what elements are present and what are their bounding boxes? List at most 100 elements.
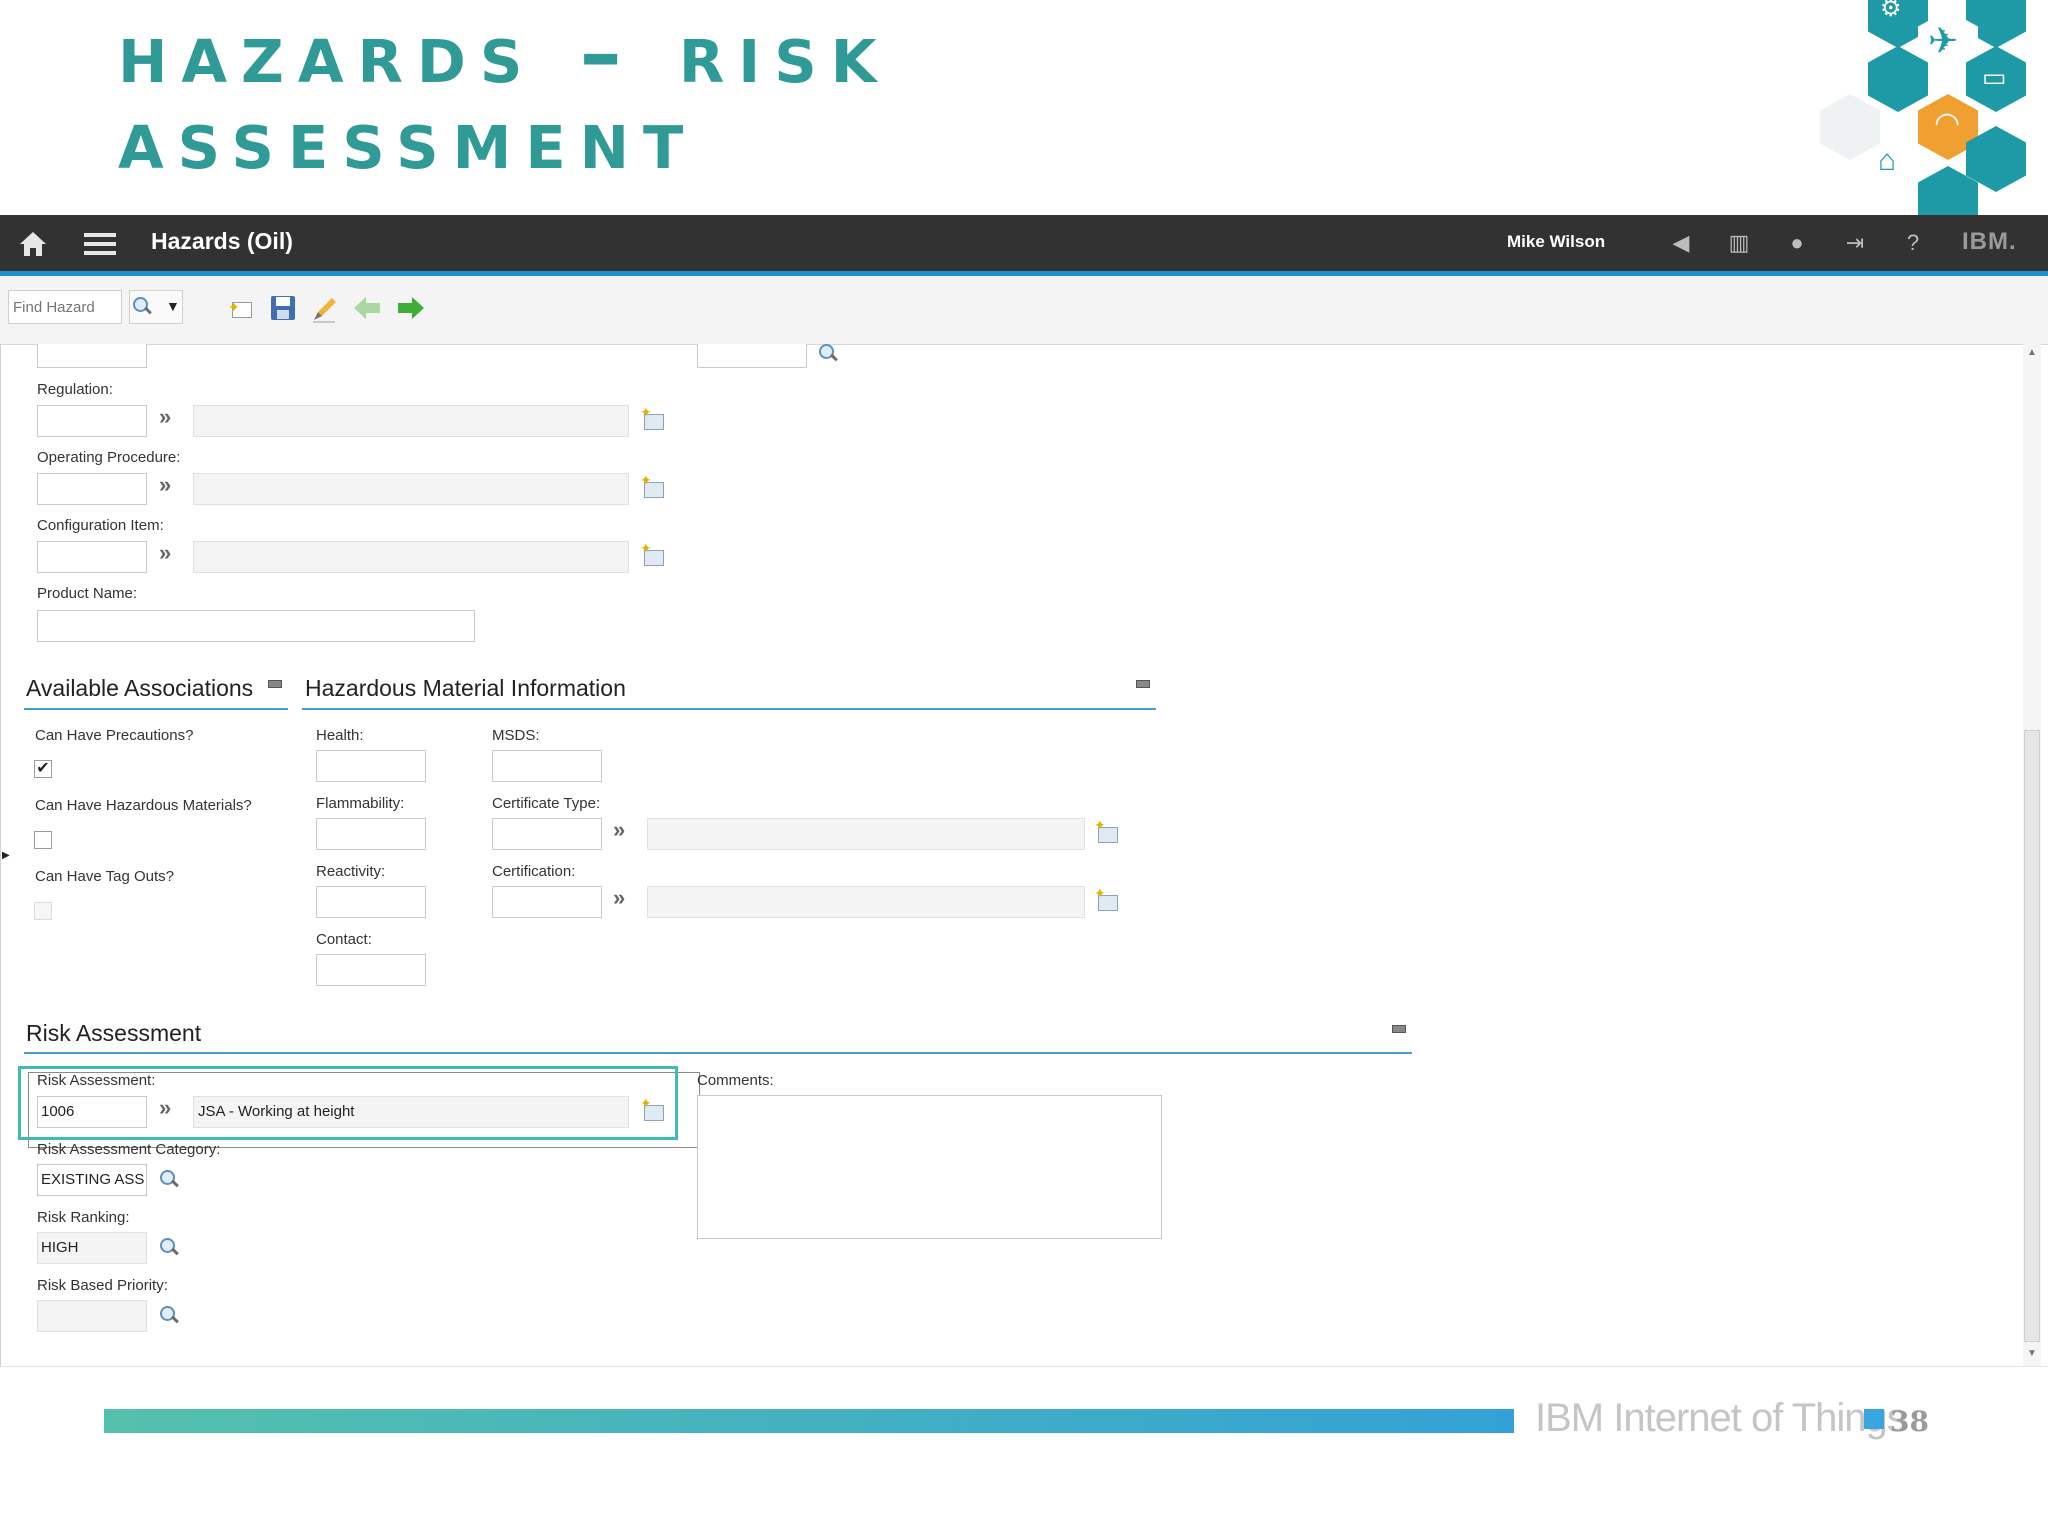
slide-title-line2: Assessment [118,90,698,188]
regulation-label: Regulation: [37,381,113,398]
search-icon[interactable] [818,343,840,365]
risk-priority-field[interactable] [37,1300,147,1332]
slide-title-line1: Hazards – Risk [118,4,891,102]
search-icon[interactable] [132,296,154,318]
hazmat-label: Can Have Hazardous Materials? [35,797,252,814]
contact-label: Contact: [316,931,372,948]
menu-icon[interactable] [84,231,116,257]
toolbar [0,276,2048,345]
house-icon: ⌂ [1878,144,1897,177]
content-bottom-edge [0,1366,2048,1367]
collapse-icon[interactable] [268,680,282,688]
chevron-down-icon[interactable]: ▼ [166,298,180,314]
detail-menu-icon[interactable]: ✦ [1094,817,1118,843]
scrollbar-thumb[interactable] [2024,730,2040,1342]
bulletin-icon[interactable]: ◀ [1666,228,1696,258]
search-icon[interactable] [159,1169,181,1191]
search-icon[interactable] [159,1237,181,1259]
risk-ranking-label: Risk Ranking: [37,1209,130,1226]
section-divider [302,708,1156,710]
double-chevron-icon[interactable]: » [159,472,171,498]
product-name-field[interactable] [37,610,475,642]
detail-menu-icon[interactable]: ✦ [640,1095,664,1121]
certificate-type-field[interactable] [492,818,602,850]
risk-assessment-label: Risk Assessment: [37,1072,156,1089]
double-chevron-icon[interactable]: » [613,885,625,911]
collapse-icon[interactable] [1392,1025,1406,1033]
gear-icon: ⚙ [1880,0,1902,22]
hazmat-info-title: Hazardous Material Information [305,675,626,701]
save-icon[interactable] [268,294,298,324]
risk-assessment-title: Risk Assessment [26,1020,202,1046]
edit-icon[interactable] [310,294,340,324]
flammability-field[interactable] [316,818,426,850]
hazmat-checkbox[interactable] [34,831,52,849]
detail-menu-icon[interactable]: ✦ [640,540,664,566]
msds-field[interactable] [492,750,602,782]
precautions-checkbox[interactable]: ✔ [34,760,52,778]
product-name-label: Product Name: [37,585,138,602]
scroll-down-arrow-icon[interactable]: ▼ [2027,1348,2037,1359]
risk-ranking-field[interactable]: HIGH [37,1232,147,1264]
profile-icon[interactable]: ● [1782,228,1812,258]
signout-icon[interactable]: ⇥ [1840,228,1870,258]
certificate-type-description [647,818,1085,850]
regulation-field[interactable] [37,405,147,437]
user-name[interactable]: Mike Wilson [1507,232,1605,252]
new-record-icon[interactable]: ✦ [226,294,256,324]
risk-priority-label: Risk Based Priority: [37,1277,168,1294]
detail-menu-icon[interactable]: ✦ [640,472,664,498]
regulation-description [193,405,629,437]
double-chevron-icon[interactable]: » [159,404,171,430]
left-edge-line [0,344,1,1366]
operating-procedure-label: Operating Procedure: [37,449,181,466]
comments-textarea[interactable] [697,1095,1162,1239]
detail-menu-icon[interactable]: ✦ [640,404,664,430]
find-hazard-input[interactable] [8,290,122,324]
scroll-up-arrow-icon[interactable]: ▲ [2027,347,2037,358]
certification-field[interactable] [492,886,602,918]
double-chevron-icon[interactable]: » [159,540,171,566]
msds-label: MSDS: [492,727,540,744]
operating-procedure-field[interactable] [37,473,147,505]
tagouts-label: Can Have Tag Outs? [35,868,174,885]
tagouts-checkbox [34,902,52,920]
home-icon[interactable] [18,230,48,258]
certificate-type-label: Certificate Type: [492,795,601,812]
previous-arrow-icon[interactable] [352,294,382,324]
flammability-label: Flammability: [316,795,405,812]
certification-description [647,886,1085,918]
section-divider [24,1052,1412,1054]
detail-menu-icon[interactable]: ✦ [1094,885,1118,911]
wifi-icon: ◠ [1934,107,1961,140]
health-label: Health: [316,727,364,744]
reactivity-field[interactable] [316,886,426,918]
plane-icon: ✈ [1928,20,1959,61]
left-edge-marker: ▶ [2,850,10,861]
search-icon[interactable] [159,1305,181,1327]
reports-icon[interactable]: ▥ [1724,228,1754,258]
health-field[interactable] [316,750,426,782]
section-divider [24,708,288,710]
ibm-logo: IBM. [1962,228,2017,255]
risk-category-label: Risk Assessment Category: [37,1141,221,1158]
page-marker [1864,1409,1884,1429]
operating-procedure-description [193,473,629,505]
configuration-item-description [193,541,629,573]
contact-field[interactable] [316,954,426,986]
risk-assessment-description: JSA - Working at height [193,1096,629,1128]
app-title: Hazards (Oil) [151,228,293,254]
configuration-item-field[interactable] [37,541,147,573]
laptop-icon: ▭ [1982,62,2007,92]
configuration-item-label: Configuration Item: [37,517,164,534]
help-icon[interactable]: ? [1898,228,1928,258]
risk-category-field[interactable]: EXISTING ASS [37,1164,147,1196]
collapse-icon[interactable] [1136,680,1150,688]
next-arrow-icon[interactable] [396,294,426,324]
certification-label: Certification: [492,863,576,880]
double-chevron-icon[interactable]: » [613,817,625,843]
risk-assessment-field[interactable]: 1006 [37,1096,147,1128]
page-number: 38 [1890,1405,1929,1438]
double-chevron-icon[interactable]: » [159,1095,171,1121]
available-associations-title: Available Associations [26,675,254,701]
